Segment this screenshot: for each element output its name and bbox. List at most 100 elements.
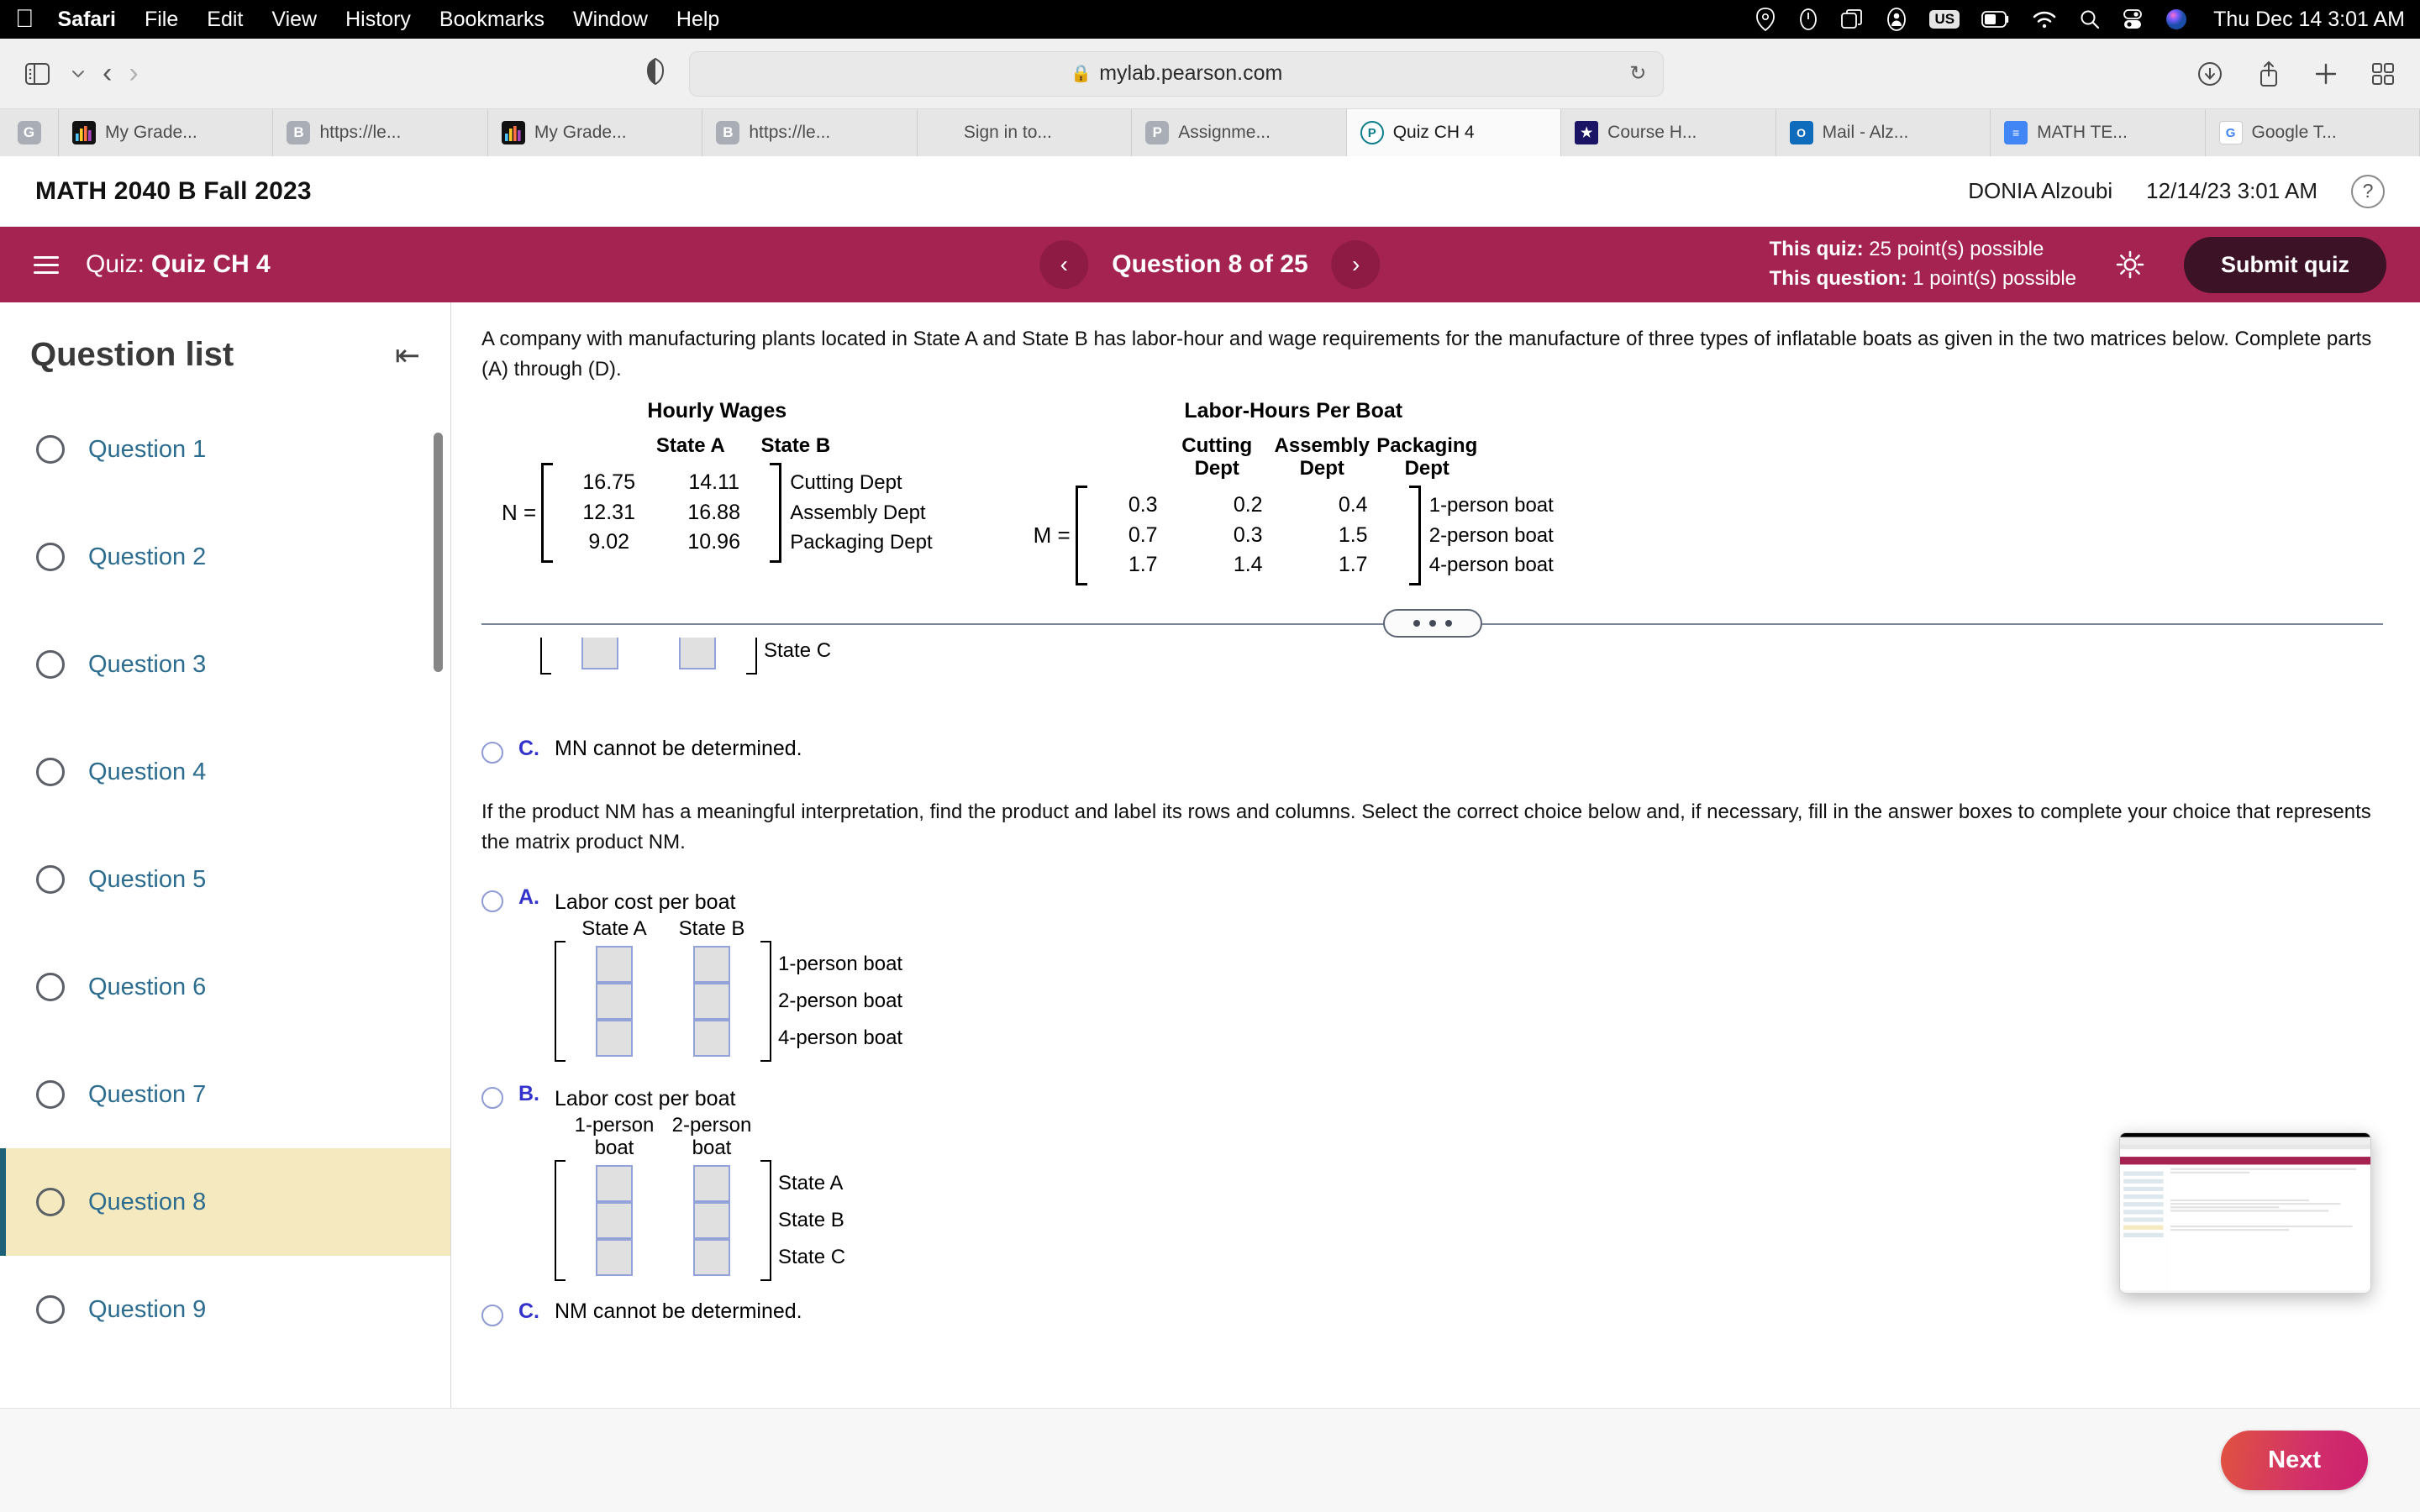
- address-bar[interactable]: 🔒 mylab.pearson.com ↻: [689, 50, 1665, 97]
- sidebar-item-question-8[interactable]: Question 8: [0, 1148, 450, 1256]
- bracket-left-icon: [541, 462, 554, 564]
- submit-quiz-button[interactable]: Submit quiz: [2184, 236, 2386, 293]
- sidebar-item-question-1[interactable]: Question 1: [0, 396, 450, 503]
- answer-box[interactable]: [693, 945, 730, 983]
- answer-box[interactable]: [693, 1238, 730, 1276]
- menu-bar-clock[interactable]: Thu Dec 14 3:01 AM: [2213, 8, 2405, 32]
- collapse-panel-icon[interactable]: ⇤: [395, 339, 420, 370]
- browser-tab[interactable]: My Grade...: [487, 109, 703, 156]
- browser-tab[interactable]: My Grade...: [59, 109, 274, 156]
- answer-box[interactable]: [596, 1238, 633, 1276]
- hamburger-menu-icon[interactable]: [34, 255, 59, 274]
- share-icon[interactable]: [2257, 60, 2281, 87]
- menu-edit[interactable]: Edit: [207, 8, 243, 32]
- matrix-N: Hourly Wages State A State B N = 16.75 1…: [502, 399, 933, 564]
- shield-vpn-icon[interactable]: [1754, 7, 1776, 32]
- tab-overview-icon[interactable]: [2371, 62, 2395, 86]
- browser-tab[interactable]: G Google T...: [2205, 109, 2420, 156]
- control-center-icon[interactable]: [2123, 8, 2143, 30]
- sidebar-toggle-icon[interactable]: [25, 61, 54, 87]
- choice-b-matrix: Labor cost per boat 1-person boat 2-perso…: [555, 1087, 845, 1281]
- matrix-row: [566, 982, 760, 1020]
- reload-icon[interactable]: ↻: [1629, 61, 1646, 86]
- stopwatch-icon[interactable]: [1798, 7, 1818, 32]
- browser-tab[interactable]: B https://le...: [273, 109, 488, 156]
- answer-box[interactable]: [596, 1019, 633, 1057]
- question-status-circle: [36, 758, 65, 786]
- answer-box[interactable]: [693, 1164, 730, 1202]
- user-account-icon[interactable]: [1886, 7, 1907, 32]
- browser-tab[interactable]: B https://le...: [702, 109, 918, 156]
- answer-box[interactable]: [596, 1164, 633, 1202]
- browser-tab[interactable]: O Mail - Alz...: [1776, 109, 1991, 156]
- answer-box[interactable]: [596, 982, 633, 1020]
- sidebar-item-question-3[interactable]: Question 3: [0, 611, 450, 718]
- matrix-cell: 0.7: [1128, 522, 1158, 547]
- answer-box[interactable]: [693, 1201, 730, 1239]
- menu-safari[interactable]: Safari: [58, 8, 116, 32]
- sidebar-item-question-6[interactable]: Question 6: [0, 933, 450, 1041]
- menu-file[interactable]: File: [145, 8, 178, 32]
- forward-arrow-icon[interactable]: ›: [129, 57, 138, 90]
- answer-box[interactable]: [596, 1201, 633, 1239]
- chevron-down-icon[interactable]: [71, 68, 86, 80]
- answer-box[interactable]: [693, 1019, 730, 1057]
- download-icon[interactable]: [2196, 60, 2223, 87]
- browser-tab[interactable]: P Assignme...: [1132, 109, 1347, 156]
- choice-radio[interactable]: [481, 1304, 503, 1326]
- screen-mirroring-icon[interactable]: [1840, 8, 1864, 30]
- previous-choice-c[interactable]: C. MN cannot be determined.: [481, 737, 2383, 764]
- siri-icon[interactable]: [2165, 8, 2188, 31]
- choice-b-col-headers: 1-person boat 2-person boat: [566, 1113, 760, 1160]
- sidebar-item-question-5[interactable]: Question 5: [0, 826, 450, 933]
- question-footer: Next: [451, 1408, 2420, 1512]
- gear-icon[interactable]: [2113, 248, 2147, 281]
- col-header: 1-person boat: [574, 1113, 655, 1159]
- answer-box[interactable]: [581, 638, 618, 670]
- input-source-icon[interactable]: US: [1929, 9, 1960, 29]
- matrix-row-label: State C: [778, 1245, 846, 1268]
- browser-tab[interactable]: ★ Course H...: [1561, 109, 1776, 156]
- apple-icon[interactable]: : [15, 7, 34, 32]
- next-button[interactable]: Next: [2221, 1431, 2368, 1490]
- sidebar-item-question-2[interactable]: Question 2: [0, 503, 450, 611]
- privacy-shield-icon[interactable]: [645, 57, 666, 90]
- battery-icon[interactable]: [1981, 10, 2010, 29]
- wifi-icon[interactable]: [2032, 10, 2057, 29]
- sidebar-item-question-9[interactable]: Question 9: [0, 1256, 450, 1363]
- choice-radio[interactable]: [481, 742, 503, 764]
- answer-box[interactable]: [679, 638, 716, 670]
- partial-answer-matrix: State B State C: [540, 638, 831, 675]
- menu-view[interactable]: View: [271, 8, 317, 32]
- choice-c[interactable]: C. NM cannot be determined.: [481, 1299, 2383, 1326]
- choice-b[interactable]: B. Labor cost per boat 1-person boat 2-pe…: [481, 1082, 2383, 1281]
- browser-tab-active[interactable]: P Quiz CH 4: [1346, 109, 1562, 156]
- answer-box[interactable]: [693, 982, 730, 1020]
- previous-question-button[interactable]: ‹: [1039, 240, 1089, 289]
- choice-a[interactable]: A. Labor cost per boat State A State B 1…: [481, 885, 2383, 1062]
- next-question-button[interactable]: ›: [1331, 240, 1381, 289]
- picture-in-picture-preview[interactable]: [2119, 1132, 2371, 1294]
- blackboard-icon: B: [716, 121, 740, 144]
- menu-window[interactable]: Window: [573, 8, 648, 32]
- menu-bookmarks[interactable]: Bookmarks: [439, 8, 544, 32]
- sidebar-item-question-4[interactable]: Question 4: [0, 718, 450, 826]
- sidebar-scrollbar[interactable]: [434, 433, 443, 672]
- drag-handle-dots-icon[interactable]: [1382, 609, 1482, 638]
- browser-tab[interactable]: ≡ MATH TE...: [1991, 109, 2206, 156]
- browser-tab[interactable]: G: [0, 109, 59, 156]
- browser-tab[interactable]: Sign in to...: [917, 109, 1133, 156]
- resizable-divider[interactable]: [481, 609, 2383, 638]
- answer-box[interactable]: [596, 945, 633, 983]
- menu-history[interactable]: History: [345, 8, 411, 32]
- menu-help[interactable]: Help: [676, 8, 719, 32]
- choice-letter: C.: [518, 1299, 539, 1323]
- choice-radio[interactable]: [481, 1086, 503, 1109]
- spotlight-search-icon[interactable]: [2079, 8, 2101, 30]
- sidebar-item-question-7[interactable]: Question 7: [0, 1041, 450, 1148]
- new-tab-icon[interactable]: [2314, 62, 2338, 86]
- toolbar-right-group: [2196, 60, 2395, 87]
- back-arrow-icon[interactable]: ‹: [103, 57, 112, 90]
- choice-radio[interactable]: [481, 890, 503, 913]
- help-question-icon[interactable]: ?: [2351, 174, 2385, 208]
